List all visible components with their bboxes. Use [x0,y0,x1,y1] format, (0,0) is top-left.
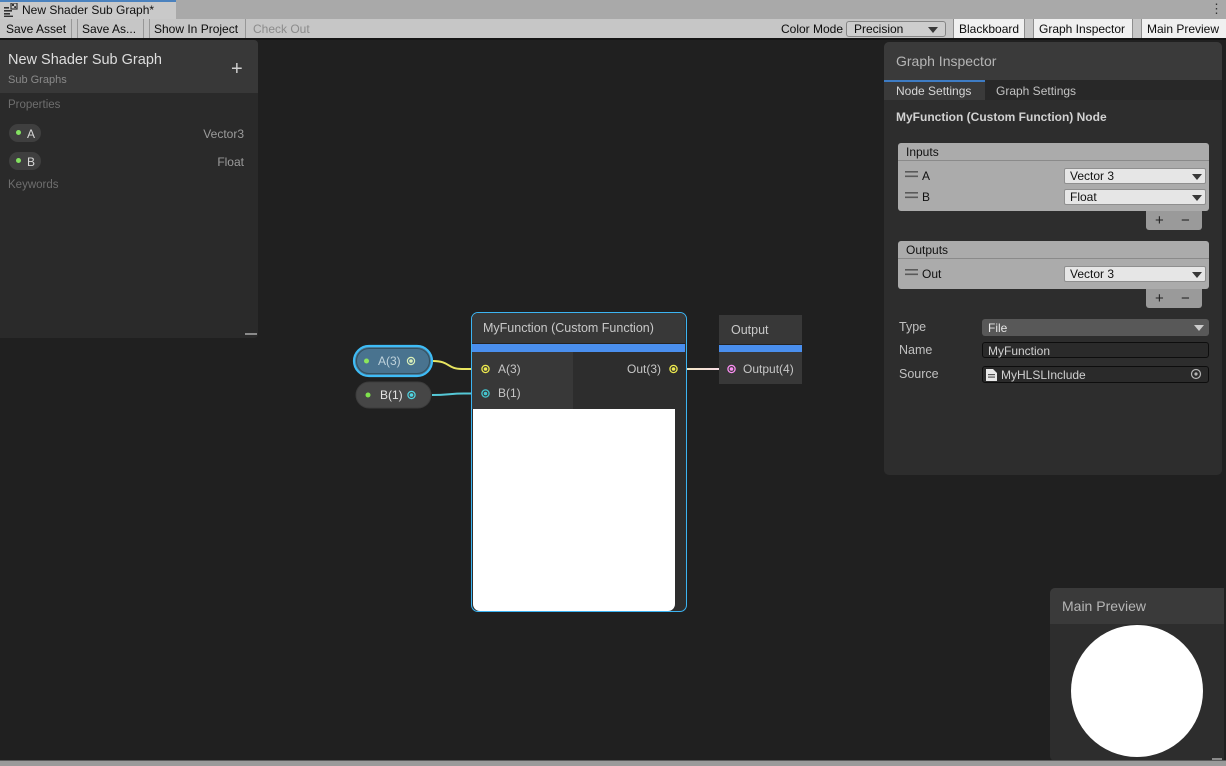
svg-text:B(1): B(1) [380,388,403,402]
svg-text:A(3): A(3) [378,354,401,368]
